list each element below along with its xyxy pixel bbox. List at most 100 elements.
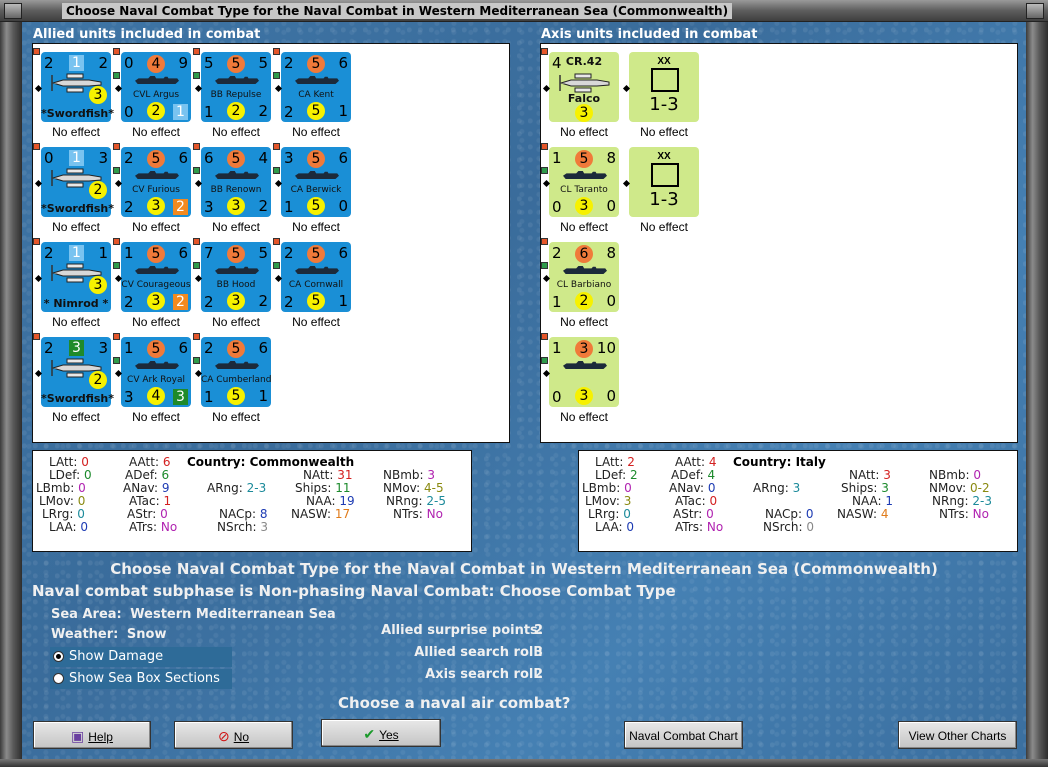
unit-type-label: CR.42 [565,55,603,68]
stat-top-right: 6 [338,54,348,72]
counter-face[interactable]: 3 5 6 CA Berwick 1 5 0 [281,147,351,217]
unit-counter[interactable]: 6 5 4 BB Renown 3 3 2 No effect [193,143,271,237]
stat-top-mid: 5 [227,55,245,73]
stat-bottom-mid: 3 [147,292,165,310]
stat-arng: ARng: 2-3 [207,481,267,495]
unit-counter[interactable]: 2 5 6 CA Kent 2 5 1 No effect [273,48,351,142]
stat-bottom-left: 0 [552,198,562,216]
stat-bottom-right: 1 [173,104,188,120]
counter-face[interactable]: 1 5 6 CV Courageous 2 3 2 [121,242,191,312]
stat-nsrch: NSrch: 0 [763,520,814,534]
counter-face[interactable]: 7 5 5 BB Hood 2 3 2 [201,242,271,312]
yes-button[interactable]: ✔ Yes [321,719,441,747]
status-flag-icon [541,357,548,364]
help-button[interactable]: ▣ Help [33,721,151,749]
stat-nsrch: NSrch: 3 [217,520,268,534]
unit-counter[interactable]: 1 3 10 0 3 0 No effect [541,333,619,427]
unit-counter[interactable]: 2 5 6 CA Cumberland 1 5 1 No effect [193,333,271,427]
unit-counter[interactable]: 2 3 3 2 *Swordfish* No effect [33,333,114,427]
show-sea-box-radio[interactable] [53,673,64,684]
combat-effect-label: No effect [52,315,100,329]
no-button[interactable]: ⊘ No [174,721,293,749]
unit-counter[interactable]: 5 5 5 BB Repulse 1 2 2 No effect [193,48,271,142]
surprise-points-row: Allied surprise points: [381,623,543,638]
unit-name: *Swordfish* [41,202,114,215]
stat-top-mid: 5 [147,150,165,168]
ship-icon [563,266,607,274]
show-damage-radio[interactable] [53,651,64,662]
unit-counter[interactable]: XX 1-3 No effect [622,147,699,237]
stat-top-left: 7 [204,244,214,262]
land-unit-counter[interactable]: XX 1-3 [629,147,699,217]
nationality-flag-icon [33,333,40,340]
counter-face[interactable]: 2 6 8 CL Barbiano 1 2 0 [549,242,619,312]
status-flag-icon [273,167,280,174]
yes-button-label: Yes [379,728,399,742]
unit-counter[interactable]: 0 4 9 CVL Argus 0 2 1 No effect [113,48,191,142]
sea-area-label: Sea Area: [51,607,122,622]
infantry-symbol-icon [651,163,679,187]
counter-face[interactable]: 5 5 5 BB Repulse 1 2 2 [201,52,271,122]
stat-bottom-left: 2 [284,103,294,121]
unit-counter[interactable]: 4 CR.42 3 Falco No effect [541,48,619,142]
unit-counter[interactable]: 2 6 8 CL Barbiano 1 2 0 No effect [541,238,619,332]
sea-area-row: Sea Area: Western Mediterranean Sea [51,607,336,622]
stat-top-mid: 1 [69,150,84,166]
system-menu-button[interactable] [4,3,22,19]
counter-face[interactable]: 4 CR.42 3 Falco [549,52,619,122]
unit-counter[interactable]: 2 1 1 3 * Nimrod * No effect [33,238,111,332]
counter-face[interactable]: 2 5 6 CV Furious 2 3 2 [121,147,191,217]
counter-face[interactable]: 0 4 9 CVL Argus 0 2 1 [121,52,191,122]
unit-counter[interactable]: 1 5 6 CV Ark Royal 3 4 3 No effect [113,333,191,427]
ship-icon [563,361,607,369]
counter-face[interactable]: 1 5 6 CV Ark Royal 3 4 3 [121,337,191,407]
counter-face[interactable]: 2 5 6 CA Kent 2 5 1 [281,52,351,122]
unit-name: * Nimrod * [43,297,109,310]
combat-effect-label: No effect [560,410,608,424]
unit-counter[interactable]: 2 5 6 CA Cornwall 2 5 1 No effect [273,238,351,332]
land-unit-counter[interactable]: XX 1-3 [629,52,699,122]
stat-bottom-right: 2 [258,197,268,215]
counter-face[interactable]: 2 5 6 CA Cumberland 1 5 1 [201,337,271,407]
unit-counter[interactable]: 2 1 2 3 *Swordfish* No effect [33,48,114,142]
counter-face[interactable]: 1 3 10 0 3 0 [549,337,619,407]
counter-face[interactable]: 6 5 4 BB Renown 3 3 2 [201,147,271,217]
nationality-flag-icon [273,143,280,150]
stat-ships: Ships: 11 [295,481,351,495]
counter-face[interactable]: 2 1 1 3 * Nimrod * [41,242,111,312]
counter-face[interactable]: 0 1 3 2 *Swordfish* [41,147,114,217]
unit-counter[interactable]: 1 5 8 CL Taranto 0 3 0 No effect [541,143,619,237]
counter-face[interactable]: 2 1 2 3 *Swordfish* [41,52,114,122]
unit-counter[interactable]: 2 5 6 CV Furious 2 3 2 No effect [113,143,191,237]
close-button[interactable] [1026,3,1044,19]
stat-ldef: LDef: 0 [49,468,92,482]
stat-top-left: 2 [204,339,214,357]
show-sea-box-option[interactable]: Show Sea Box Sections [50,669,232,689]
counter-face[interactable]: 2 5 6 CA Cornwall 2 5 1 [281,242,351,312]
combat-effect-label: No effect [292,125,340,139]
status-flag-icon [113,357,120,364]
nationality-flag-icon [33,48,40,55]
unit-counter[interactable]: 0 1 3 2 *Swordfish* No effect [33,143,114,237]
ship-icon [295,76,339,84]
combat-effect-label: No effect [212,125,260,139]
unit-counter[interactable]: 1 5 6 CV Courageous 2 3 2 No effect [113,238,191,332]
axis-search-value: 2 [534,667,544,682]
unit-counter[interactable]: 3 5 6 CA Berwick 1 5 0 No effect [273,143,351,237]
combat-effect-label: No effect [560,125,608,139]
division-size-label: XX [657,56,671,67]
unit-counter[interactable]: 7 5 5 BB Hood 2 3 2 No effect [193,238,271,332]
country-label: Country: Commonwealth [187,455,355,469]
view-other-charts-button[interactable]: View Other Charts [898,721,1017,749]
stat-arng: ARng: 3 [753,481,801,495]
frame-left [0,22,22,767]
counter-face[interactable]: 1 5 8 CL Taranto 0 3 0 [549,147,619,217]
show-damage-option[interactable]: Show Damage [50,647,232,667]
unit-name: CV Courageous [121,280,191,290]
stat-top-right: 8 [606,244,616,262]
stat-bottom-mid: 5 [307,292,325,310]
counter-face[interactable]: 2 3 3 2 *Swordfish* [41,337,114,407]
axis-search-label: Axis search roll: [425,667,543,682]
naval-combat-chart-button[interactable]: Naval Combat Chart [624,721,743,749]
unit-counter[interactable]: XX 1-3 No effect [622,52,699,142]
